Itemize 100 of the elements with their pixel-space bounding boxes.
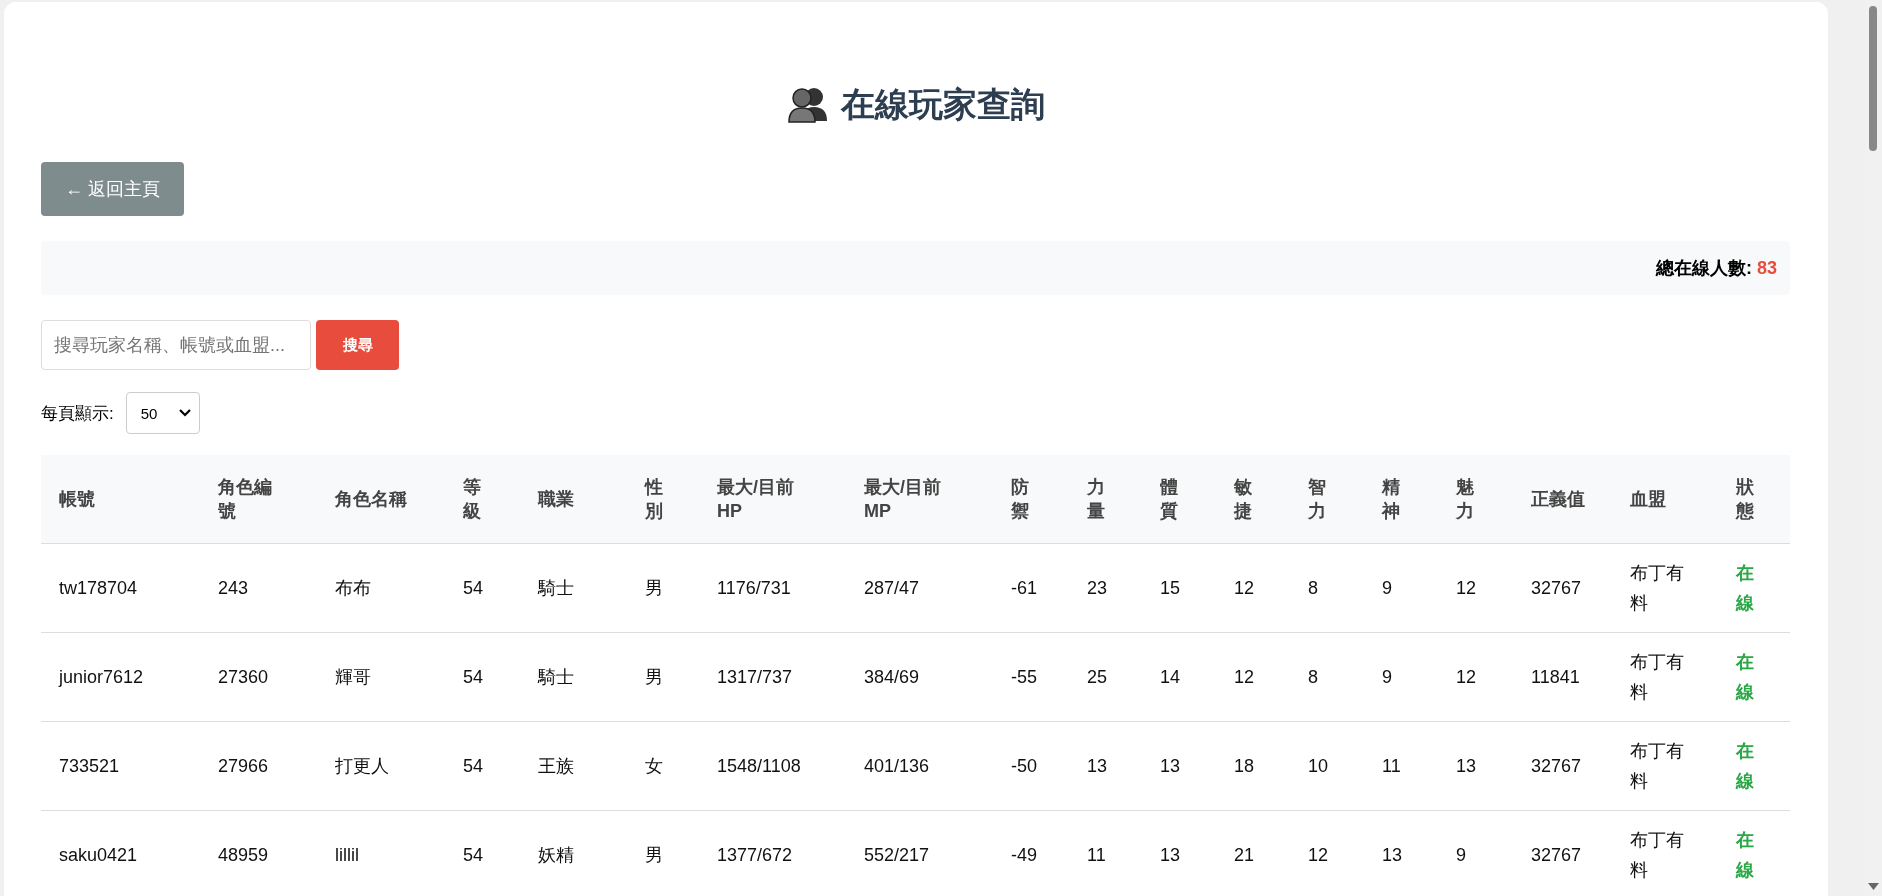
status-cell: 在線: [1718, 721, 1790, 811]
table-cell: 13: [1364, 810, 1438, 896]
table-cell: 男: [627, 632, 699, 722]
table-cell: 13: [1142, 721, 1216, 811]
table-cell: 9: [1438, 810, 1513, 896]
table-cell: 18: [1216, 721, 1290, 811]
column-header: 職業: [520, 455, 627, 544]
table-cell: 13: [1438, 721, 1513, 811]
column-header: 等級: [445, 455, 520, 544]
table-cell: 布丁有料: [1612, 721, 1718, 811]
table-cell: 8: [1290, 543, 1364, 633]
table-cell: 1548/1108: [699, 721, 846, 811]
table-cell: -49: [993, 810, 1069, 896]
table-cell: 9: [1364, 543, 1438, 633]
table-cell: -55: [993, 632, 1069, 722]
table-cell: 552/217: [846, 810, 993, 896]
table-cell: 23: [1069, 543, 1142, 633]
table-cell: 12: [1290, 810, 1364, 896]
scroll-down-arrow-icon[interactable]: [1868, 883, 1879, 890]
table-cell: tw178704: [41, 543, 200, 633]
page-title: 在線玩家查詢: [840, 84, 1045, 124]
back-home-button[interactable]: ← 返回主頁: [41, 162, 184, 216]
table-cell: 287/47: [846, 543, 993, 633]
table-cell: 1317/737: [699, 632, 846, 722]
column-header: 狀態: [1718, 455, 1790, 544]
column-header: 角色編號: [200, 455, 317, 544]
table-cell: 13: [1069, 721, 1142, 811]
page-size-label: 每頁顯示:: [41, 402, 114, 425]
table-cell: saku0421: [41, 810, 200, 896]
table-cell: -61: [993, 543, 1069, 633]
table-cell: 54: [445, 632, 520, 722]
column-header: 智力: [1290, 455, 1364, 544]
column-header: 魅力: [1438, 455, 1513, 544]
column-header: 角色名稱: [317, 455, 445, 544]
search-field[interactable]: 搜尋玩家名稱、帳號或血盟...: [41, 320, 311, 370]
column-header: 力量: [1069, 455, 1142, 544]
table-cell: 布丁有料: [1612, 543, 1718, 633]
online-count-label: 總在線人數:: [1655, 257, 1752, 280]
table-cell: 243: [200, 543, 317, 633]
table-cell: junior7612: [41, 632, 200, 722]
table-cell: 54: [445, 543, 520, 633]
table-cell: 妖精: [520, 810, 627, 896]
page-size-select[interactable]: 50: [125, 392, 200, 434]
column-header: 正義值: [1513, 455, 1612, 544]
status-cell: 在線: [1718, 632, 1790, 722]
column-header: 性別: [627, 455, 699, 544]
column-header: 防禦: [993, 455, 1069, 544]
column-header: 敏捷: [1216, 455, 1290, 544]
table-cell: 布丁有料: [1612, 632, 1718, 722]
table-cell: 401/136: [846, 721, 993, 811]
column-header: 血盟: [1612, 455, 1718, 544]
table-cell: 27966: [200, 721, 317, 811]
table-cell: 1176/731: [699, 543, 846, 633]
column-header: 帳號: [41, 455, 200, 544]
online-count: 83: [1756, 257, 1777, 279]
table-cell: 騎士: [520, 632, 627, 722]
table-cell: 32767: [1513, 543, 1612, 633]
column-header: 最大/目前MP: [846, 455, 993, 544]
column-header: 最大/目前HP: [699, 455, 846, 544]
table-cell: 15: [1142, 543, 1216, 633]
table-cell: 11: [1364, 721, 1438, 811]
table-cell: 10: [1290, 721, 1364, 811]
table-cell: 11: [1069, 810, 1142, 896]
table-cell: 21: [1216, 810, 1290, 896]
table-cell: 12: [1216, 543, 1290, 633]
table-cell: 25: [1069, 632, 1142, 722]
table-cell: 11841: [1513, 632, 1612, 722]
table-cell: 布丁有料: [1612, 810, 1718, 896]
table-cell: 8: [1290, 632, 1364, 722]
table-cell: 48959: [200, 810, 317, 896]
table-cell: 32767: [1513, 721, 1612, 811]
table-cell: 12: [1438, 543, 1513, 633]
table-cell: 布布: [317, 543, 445, 633]
column-header: 體質: [1142, 455, 1216, 544]
table-cell: 輝哥: [317, 632, 445, 722]
chevron-down-icon: [178, 409, 191, 417]
table-cell: 54: [445, 810, 520, 896]
table-cell: 12: [1216, 632, 1290, 722]
search-button[interactable]: 搜尋: [316, 320, 399, 370]
table-cell: 9: [1364, 632, 1438, 722]
table-cell: lillil: [317, 810, 445, 896]
table-cell: 王族: [520, 721, 627, 811]
table-cell: 打更人: [317, 721, 445, 811]
table-cell: -50: [993, 721, 1069, 811]
table-cell: 27360: [200, 632, 317, 722]
status-cell: 在線: [1718, 810, 1790, 896]
status-cell: 在線: [1718, 543, 1790, 633]
table-cell: 12: [1438, 632, 1513, 722]
table-cell: 384/69: [846, 632, 993, 722]
table-cell: 54: [445, 721, 520, 811]
table-cell: 32767: [1513, 810, 1612, 896]
table-cell: 女: [627, 721, 699, 811]
table-cell: 14: [1142, 632, 1216, 722]
table-cell: 男: [627, 810, 699, 896]
table-cell: 1377/672: [699, 810, 846, 896]
table-cell: 733521: [41, 721, 200, 811]
scrollbar-thumb[interactable]: [1869, 6, 1877, 151]
column-header: 精神: [1364, 455, 1438, 544]
table-cell: 騎士: [520, 543, 627, 633]
people-icon: [786, 85, 829, 123]
